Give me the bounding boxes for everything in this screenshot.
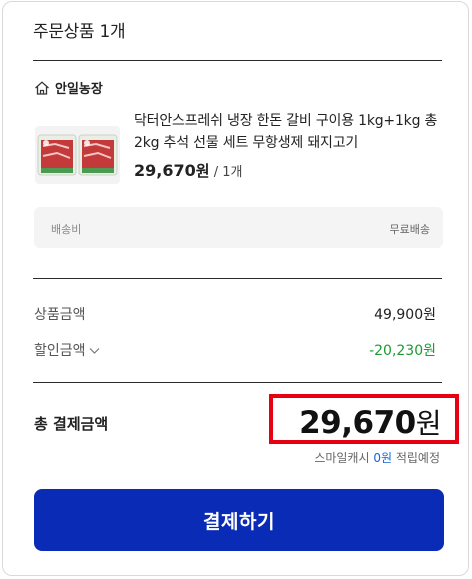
seller-link[interactable]: 안일농장 <box>34 78 103 97</box>
shipping-fee-box: 배송비 무료배송 <box>34 207 443 248</box>
product-price: 29,670 <box>134 161 196 180</box>
product-quantity: / 1개 <box>209 165 243 180</box>
order-items-title: 주문상품 1개 <box>33 22 126 42</box>
total-amount-value: 29,670 <box>299 405 416 441</box>
pay-button-label: 결제하기 <box>203 511 275 533</box>
items-divider <box>33 278 442 279</box>
cash-prefix: 스마일캐시 <box>314 451 374 465</box>
header-divider <box>33 60 442 61</box>
total-amount: 29,670원 <box>299 402 441 442</box>
seller-name: 안일농장 <box>55 82 103 97</box>
product-amount-value: 49,900원 <box>374 307 436 323</box>
total-amount-highlight: 29,670원 <box>269 394 459 444</box>
product-price-unit: 원 <box>195 162 210 180</box>
store-home-icon <box>34 80 50 95</box>
product-price-line: 29,670원 / 1개 <box>134 160 242 181</box>
shipping-label: 배송비 <box>51 223 82 236</box>
order-summary-panel: 주문상품 1개 안일농장 닥터안스프레쉬 냉장 한돈 갈비 구이용 1kg+1k… <box>2 1 469 576</box>
summary-divider <box>33 382 442 383</box>
product-thumbnail[interactable] <box>35 126 120 184</box>
discount-amount-value: -20,230원 <box>369 343 436 359</box>
total-payment-label: 총 결제금액 <box>34 415 109 433</box>
cash-amount: 0원 <box>373 451 393 465</box>
smile-cash-note: 스마일캐시 0원 적립예정 <box>314 449 440 466</box>
discount-amount-label: 할인금액 <box>34 343 86 359</box>
shipping-value: 무료배송 <box>389 223 430 236</box>
pay-button[interactable]: 결제하기 <box>34 489 444 551</box>
cash-suffix: 적립예정 <box>392 451 440 465</box>
discount-amount-toggle[interactable]: 할인금액 <box>34 340 100 360</box>
chevron-down-icon <box>89 343 100 359</box>
total-amount-unit: 원 <box>415 407 442 440</box>
product-name[interactable]: 닥터안스프레쉬 냉장 한돈 갈비 구이용 1kg+1kg 총2kg 추석 선물 … <box>134 110 454 154</box>
product-amount-label: 상품금액 <box>34 307 86 323</box>
